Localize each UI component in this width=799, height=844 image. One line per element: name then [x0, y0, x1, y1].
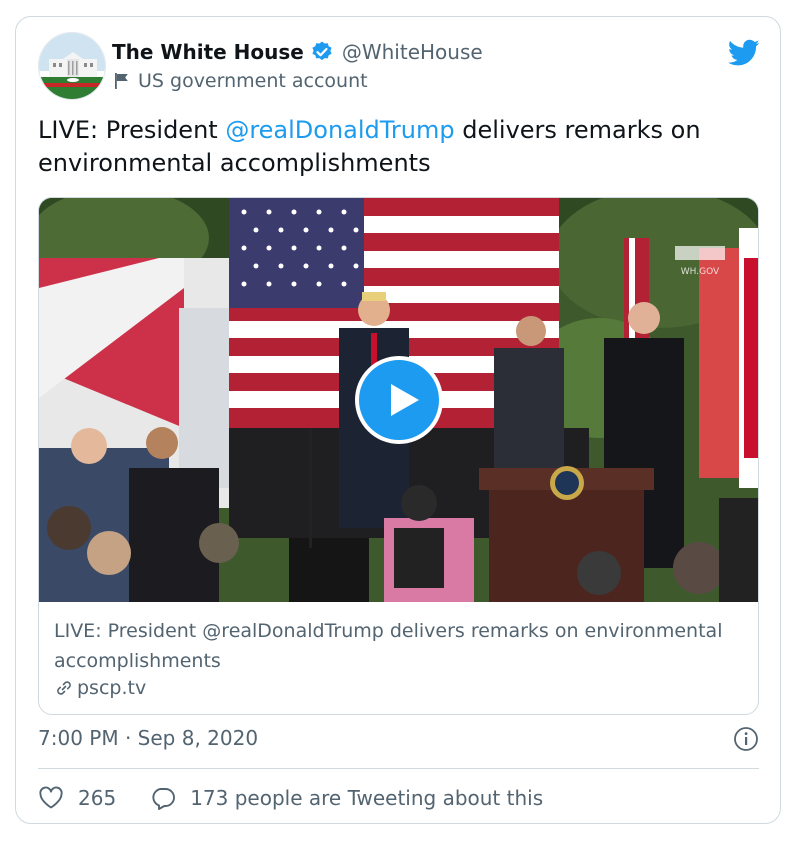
avatar[interactable]	[38, 32, 106, 100]
info-icon[interactable]	[733, 726, 759, 752]
tweet-text-prefix: LIVE: President	[38, 116, 226, 144]
play-icon	[391, 384, 419, 416]
author-name[interactable]: The White House	[112, 40, 304, 64]
watermark-text: WH.GOV	[681, 267, 720, 277]
link-icon	[57, 681, 71, 695]
divider	[38, 768, 759, 769]
speech-bubble-icon	[152, 788, 176, 810]
tweet-text: LIVE: President @realDonaldTrump deliver…	[38, 114, 758, 180]
flag-icon	[115, 73, 128, 89]
separator: ·	[118, 726, 138, 750]
date: Sep 8, 2020	[137, 726, 259, 750]
author-handle[interactable]: @WhiteHouse	[342, 40, 483, 64]
time: 7:00 PM	[38, 726, 119, 750]
twitter-bird-icon[interactable]	[728, 39, 760, 67]
like-count: 265	[78, 786, 117, 810]
reply-label: 173 people are Tweeting about this	[190, 786, 544, 810]
mention-link[interactable]: @realDonaldTrump	[225, 116, 454, 144]
link-domain[interactable]: pscp.tv	[77, 674, 146, 702]
verified-badge-icon	[312, 41, 332, 61]
reply-button[interactable]: 173 people are Tweeting about this	[150, 786, 543, 810]
play-button[interactable]	[355, 356, 443, 444]
government-account-label: US government account	[138, 70, 368, 92]
link-card-title: LIVE: President @realDonaldTrump deliver…	[54, 620, 723, 672]
tweet-embed-card: The White House @WhiteHouse US governmen…	[15, 16, 781, 824]
like-button[interactable]: 265	[38, 786, 116, 810]
link-preview-card[interactable]: WH.GOV LIVE: President @realDonaldTrump …	[38, 197, 759, 715]
tweet-timestamp[interactable]: 7:00 PM · Sep 8, 2020	[38, 726, 258, 750]
heart-icon	[39, 786, 63, 809]
